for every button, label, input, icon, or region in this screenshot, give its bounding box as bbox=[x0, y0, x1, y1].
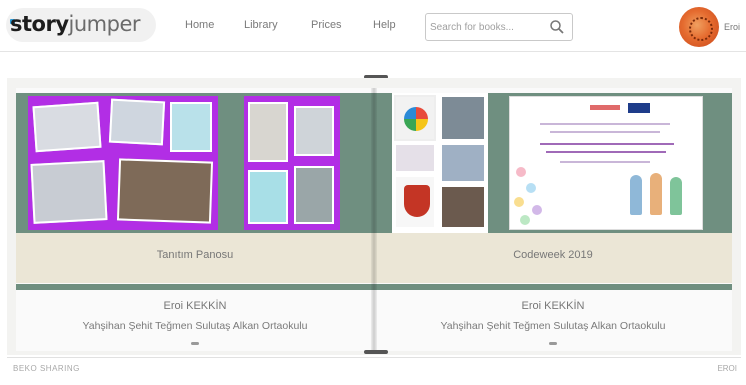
footer-right-label[interactable]: EROI bbox=[717, 364, 737, 373]
cert-line bbox=[540, 123, 670, 125]
cartoon-child-icon bbox=[670, 177, 682, 215]
cartoon-child-icon bbox=[650, 173, 662, 215]
collage-photo bbox=[294, 106, 334, 156]
right-collage-photo bbox=[392, 93, 488, 233]
left-page-school: Yahşihan Şehit Teğmen Sulutaş Alkan Orta… bbox=[82, 320, 308, 332]
cert-line bbox=[546, 151, 666, 153]
collage-photo bbox=[440, 143, 486, 183]
decor-icon bbox=[514, 197, 524, 207]
codeweek-banner-icon bbox=[590, 105, 620, 110]
logo-text-bold: story bbox=[10, 12, 69, 36]
eu-flag-icon bbox=[628, 103, 650, 113]
collage-photo bbox=[32, 101, 102, 153]
cert-line bbox=[540, 143, 674, 145]
book-bottom-handle[interactable] bbox=[364, 350, 388, 354]
collage-photo bbox=[248, 170, 288, 224]
left-page-number-marker bbox=[191, 342, 199, 345]
collage-photo bbox=[248, 102, 288, 162]
codeweek-logo-icon bbox=[404, 107, 428, 131]
book-spine bbox=[371, 88, 377, 351]
certificate-image bbox=[509, 96, 703, 230]
collage-photo bbox=[170, 102, 212, 152]
left-collage-photo-2 bbox=[244, 96, 340, 230]
right-page-caption: Codeweek 2019 bbox=[513, 249, 593, 261]
logo-text-thin: jumper bbox=[68, 12, 141, 36]
nav-prices-link[interactable]: Prices bbox=[311, 19, 342, 31]
search-icon[interactable] bbox=[549, 19, 565, 35]
cartoon-child-icon bbox=[630, 175, 642, 215]
search-input[interactable] bbox=[430, 18, 542, 36]
decor-icon bbox=[516, 167, 526, 177]
book-viewer: Tanıtım Panosu Eroi KEKKİN Yahşihan Şehi… bbox=[7, 78, 741, 355]
school-badge-icon bbox=[404, 185, 430, 217]
collage-photo bbox=[440, 185, 486, 229]
left-page[interactable]: Tanıtım Panosu Eroi KEKKİN Yahşihan Şehi… bbox=[16, 88, 374, 351]
left-page-caption: Tanıtım Panosu bbox=[156, 249, 234, 261]
decor-icon bbox=[526, 183, 536, 193]
top-navigation-bar: storyjumper Home Library Prices Help Ero… bbox=[0, 0, 746, 52]
right-page-school: Yahşihan Şehit Teğmen Sulutaş Alkan Orta… bbox=[440, 320, 666, 332]
logo-text: storyjumper bbox=[6, 12, 141, 36]
collage-photo bbox=[440, 95, 486, 141]
cert-line bbox=[560, 161, 650, 163]
nav-help-link[interactable]: Help bbox=[373, 19, 396, 31]
left-page-author: Eroi KEKKİN bbox=[163, 300, 227, 312]
collage-photo bbox=[116, 158, 214, 224]
collage-photo bbox=[108, 98, 166, 146]
decor-icon bbox=[532, 205, 542, 215]
open-book: Tanıtım Panosu Eroi KEKKİN Yahşihan Şehi… bbox=[16, 88, 732, 351]
right-divider bbox=[374, 284, 732, 290]
nav-library-link[interactable]: Library bbox=[244, 19, 278, 31]
right-page-number-marker bbox=[549, 342, 557, 345]
right-page-author: Eroi KEKKİN bbox=[521, 300, 585, 312]
collage-photo bbox=[294, 166, 334, 224]
viewer-footer: BEKO SHARING EROI bbox=[7, 357, 741, 379]
collage-photo bbox=[394, 175, 436, 229]
cert-line bbox=[550, 131, 660, 133]
left-photo-band bbox=[16, 93, 374, 233]
collage-photo bbox=[394, 143, 436, 173]
left-divider bbox=[16, 284, 374, 290]
user-name[interactable]: Eroi bbox=[724, 22, 740, 32]
collage-photo bbox=[30, 160, 108, 224]
user-avatar[interactable] bbox=[679, 7, 719, 47]
collage-photo bbox=[394, 95, 436, 141]
storyjumper-logo[interactable]: storyjumper bbox=[6, 8, 156, 42]
footer-left-label[interactable]: BEKO SHARING bbox=[13, 364, 80, 373]
right-photo-band bbox=[374, 93, 732, 233]
left-collage-photo bbox=[28, 96, 218, 230]
search-box[interactable] bbox=[425, 13, 573, 41]
decor-icon bbox=[520, 215, 530, 225]
right-page[interactable]: Codeweek 2019 Eroi KEKKİN Yahşihan Şehit… bbox=[374, 88, 732, 351]
nav-home-link[interactable]: Home bbox=[185, 19, 214, 31]
